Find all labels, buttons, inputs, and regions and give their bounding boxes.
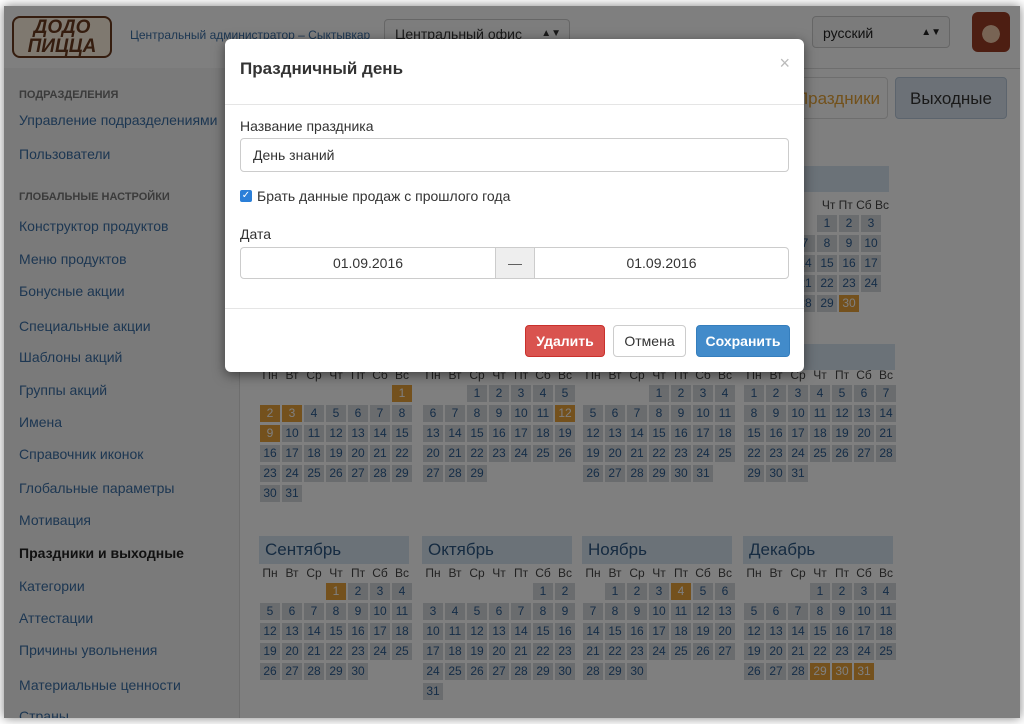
date-to-input[interactable]: 01.09.2016: [534, 247, 789, 279]
header-divider: [225, 104, 804, 105]
checkbox-label: Брать данные продаж с прошлого года: [257, 188, 511, 204]
app-window: ДОДО ПИЦЦА Центральный администратор – С…: [4, 6, 1020, 718]
date-label: Дата: [240, 226, 272, 242]
prev-year-sales-checkbox[interactable]: ✓ Брать данные продаж с прошлого года: [240, 188, 510, 204]
date-range-separator: —: [495, 247, 535, 279]
footer-divider: [225, 308, 804, 309]
holiday-dialog: Праздничный день × Название праздника Де…: [225, 39, 804, 372]
date-range: 01.09.2016 — 01.09.2016: [240, 247, 789, 279]
dialog-title: Праздничный день: [240, 59, 404, 78]
save-button[interactable]: Сохранить: [696, 325, 790, 357]
date-from-input[interactable]: 01.09.2016: [240, 247, 496, 279]
checkbox-checked-icon: ✓: [240, 190, 252, 202]
holiday-name-input[interactable]: День знаний: [240, 138, 789, 172]
delete-button[interactable]: Удалить: [525, 325, 605, 357]
cancel-button[interactable]: Отмена: [613, 325, 686, 357]
close-icon[interactable]: ×: [779, 53, 790, 74]
holiday-name-label: Название праздника: [240, 118, 374, 134]
